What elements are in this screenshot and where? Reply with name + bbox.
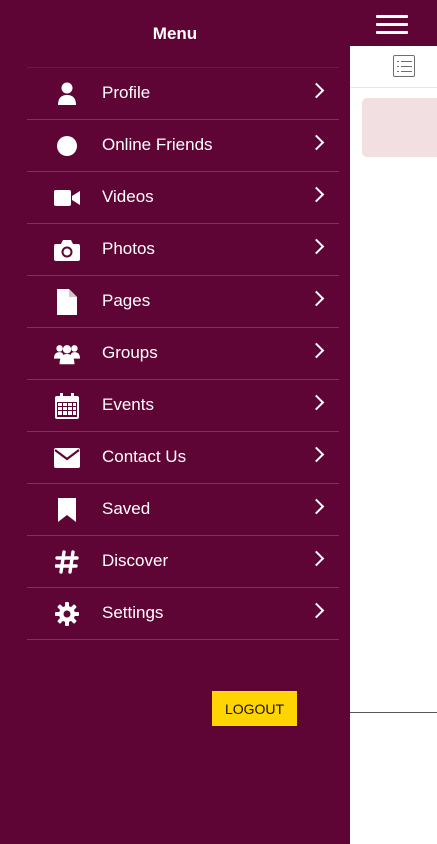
menu-item-label: Videos <box>102 187 154 206</box>
video-camera-icon <box>54 185 80 211</box>
chevron-right-icon <box>308 290 325 307</box>
chevron-right-icon <box>308 602 325 619</box>
menu-item-saved[interactable]: Saved <box>27 484 339 536</box>
menu-item-online-friends[interactable]: Online Friends <box>27 120 339 172</box>
chevron-right-icon <box>308 342 325 359</box>
menu-item-settings[interactable]: Settings <box>27 588 339 640</box>
envelope-icon <box>54 445 80 471</box>
divider <box>350 712 437 713</box>
menu-item-label: Photos <box>102 239 155 258</box>
calendar-icon <box>54 393 80 419</box>
menu-item-label: Profile <box>102 83 151 102</box>
view-toolbar <box>350 46 437 88</box>
menu-item-label: Groups <box>102 343 158 362</box>
menu-item-discover[interactable]: Discover <box>27 536 339 588</box>
camera-icon <box>54 237 80 263</box>
content-card[interactable] <box>362 98 437 157</box>
menu-item-label: Saved <box>102 499 151 518</box>
chevron-right-icon <box>308 134 325 151</box>
menu-item-label: Settings <box>102 603 164 622</box>
menu-item-events[interactable]: Events <box>27 380 339 432</box>
bookmark-icon <box>54 497 80 523</box>
users-icon <box>54 341 80 367</box>
file-icon <box>54 289 80 315</box>
menu-list: Profile Online Friends Videos Photos Pag… <box>27 67 339 640</box>
list-view-icon[interactable] <box>393 55 415 77</box>
logout-button[interactable]: LOGOUT <box>212 691 297 726</box>
chevron-right-icon <box>308 82 325 99</box>
menu-item-contact-us[interactable]: Contact Us <box>27 432 339 484</box>
top-app-bar <box>350 0 437 46</box>
menu-item-pages[interactable]: Pages <box>27 276 339 328</box>
main-page <box>350 0 437 844</box>
menu-item-photos[interactable]: Photos <box>27 224 339 276</box>
chevron-right-icon <box>308 186 325 203</box>
hamburger-menu-icon[interactable] <box>376 15 408 35</box>
circle-icon <box>54 133 80 159</box>
menu-item-videos[interactable]: Videos <box>27 172 339 224</box>
menu-item-label: Contact Us <box>102 447 187 466</box>
drawer-title: Menu <box>152 24 198 43</box>
chevron-right-icon <box>308 238 325 255</box>
chevron-right-icon <box>308 550 325 567</box>
chevron-right-icon <box>308 446 325 463</box>
app-screen: Menu Profile Online Friends Videos Photo… <box>0 0 437 844</box>
hashtag-icon <box>54 549 80 575</box>
chevron-right-icon <box>308 498 325 515</box>
menu-item-groups[interactable]: Groups <box>27 328 339 380</box>
gear-icon <box>54 601 80 627</box>
navigation-drawer: Menu Profile Online Friends Videos Photo… <box>0 0 350 844</box>
user-icon <box>54 81 80 107</box>
chevron-right-icon <box>308 394 325 411</box>
menu-item-label: Online Friends <box>102 135 213 154</box>
menu-item-label: Discover <box>102 551 169 570</box>
menu-item-label: Pages <box>102 291 151 310</box>
menu-item-profile[interactable]: Profile <box>27 67 339 120</box>
menu-item-label: Events <box>102 395 154 414</box>
